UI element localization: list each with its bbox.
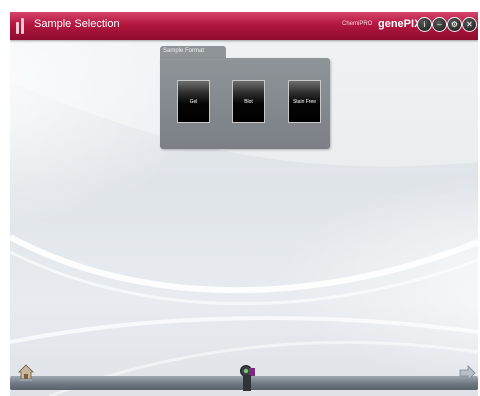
brand-chemipro: ChemiPRO <box>342 21 373 27</box>
stain-free-button[interactable]: Stain Free <box>288 80 321 123</box>
window-title: Sample Selection <box>34 18 120 30</box>
home-icon[interactable] <box>18 364 34 382</box>
info-button[interactable]: i <box>417 17 432 32</box>
title-bar: Sample Selection ChemiPRO genePIX i – ⚙ … <box>10 12 478 40</box>
settings-button[interactable]: ⚙ <box>447 17 462 32</box>
close-button[interactable]: ✕ <box>462 17 477 32</box>
next-arrow-icon[interactable] <box>458 364 476 382</box>
minimize-button[interactable]: – <box>432 17 447 32</box>
slider-handle-icon[interactable] <box>239 364 261 392</box>
brand-genepix: genePIX <box>378 18 422 30</box>
sample-format-label: Sample Format <box>163 48 205 54</box>
app-logo-icon <box>16 18 28 34</box>
blot-button[interactable]: Blot <box>232 80 265 123</box>
gel-button[interactable]: Gel <box>177 80 210 123</box>
